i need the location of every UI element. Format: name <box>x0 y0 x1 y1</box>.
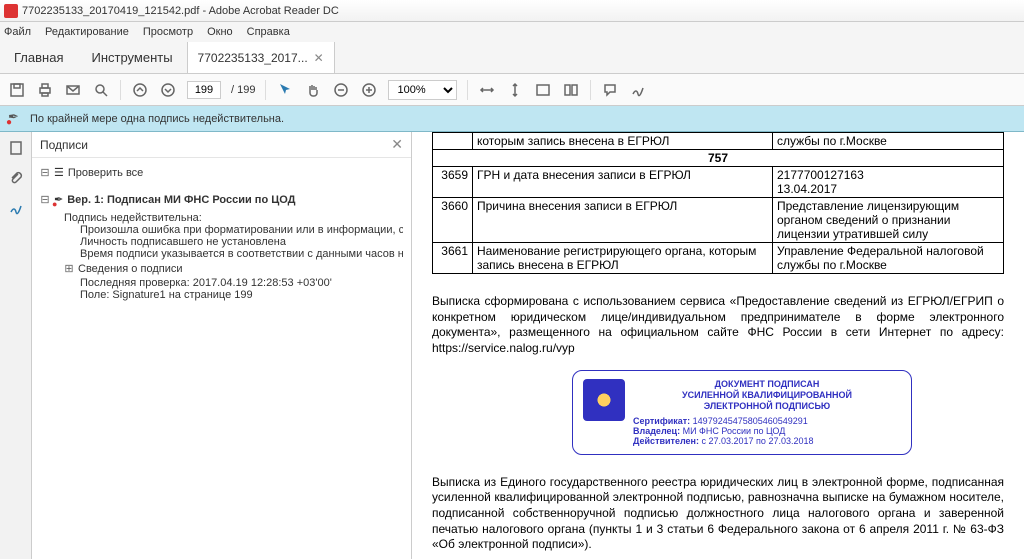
thumbnails-icon[interactable] <box>6 138 26 158</box>
pointer-icon[interactable] <box>276 81 294 99</box>
tab-document-label: 7702235133_2017... <box>198 51 308 65</box>
signatures-icon[interactable] <box>6 198 26 218</box>
stamp-title: ДОКУМЕНТ ПОДПИСАН УСИЛЕННОЙ КВАЛИФИЦИРОВ… <box>633 379 901 411</box>
menu-edit[interactable]: Редактирование <box>45 26 129 38</box>
read-mode-icon[interactable] <box>534 81 552 99</box>
tab-document[interactable]: 7702235133_2017... ✕ <box>187 42 335 73</box>
paragraph-legal: Выписка из Единого государственного реес… <box>432 475 1004 553</box>
menu-help[interactable]: Справка <box>247 26 290 38</box>
banner-text: По крайней мере одна подпись недействите… <box>30 113 284 125</box>
sig-detail-identity: Личность подписавшего не установлена <box>40 236 403 248</box>
document-viewport[interactable]: которым запись внесена в ЕГРЮЛ службы по… <box>412 132 1024 559</box>
zoom-out-icon[interactable] <box>332 81 350 99</box>
page-total: / 199 <box>231 84 255 96</box>
sig-last-check: Последняя проверка: 2017.04.19 12:28:53 … <box>40 277 403 289</box>
registry-table: которым запись внесена в ЕГРЮЛ службы по… <box>432 132 1004 274</box>
signatures-panel-title: Подписи <box>40 138 88 152</box>
separator <box>467 80 468 100</box>
tab-home[interactable]: Главная <box>0 42 77 73</box>
hand-icon[interactable] <box>304 81 322 99</box>
sig-detail-error: Произошла ошибка при форматировании или … <box>40 224 403 236</box>
mail-icon[interactable] <box>64 81 82 99</box>
pdf-page: которым запись внесена в ЕГРЮЛ службы по… <box>412 132 1024 559</box>
table-section-header: 757 <box>433 150 1004 167</box>
search-icon[interactable] <box>92 81 110 99</box>
table-row: которым запись внесена в ЕГРЮЛ службы по… <box>433 133 1004 150</box>
separator <box>590 80 591 100</box>
separator <box>120 80 121 100</box>
page-down-icon[interactable] <box>159 81 177 99</box>
fit-width-icon[interactable] <box>478 81 496 99</box>
menu-view[interactable]: Просмотр <box>143 26 193 38</box>
left-rail <box>0 132 32 559</box>
emblem-icon <box>583 379 625 421</box>
signature-banner: По крайней мере одна подпись недействите… <box>0 106 1024 132</box>
menu-file[interactable]: Файл <box>4 26 31 38</box>
close-icon[interactable]: ✕ <box>314 51 324 65</box>
print-icon[interactable] <box>36 81 54 99</box>
table-row: 3659 ГРН и дата внесения записи в ЕГРЮЛ … <box>433 167 1004 198</box>
sign-icon[interactable] <box>629 81 647 99</box>
sig-details-label: Сведения о подписи <box>78 263 182 275</box>
page-number-input[interactable] <box>187 81 221 99</box>
menu-window[interactable]: Окно <box>207 26 233 38</box>
sig-status: Подпись недействительна: <box>40 208 403 224</box>
title-bar: 7702235133_20170419_121542.pdf - Adobe A… <box>0 0 1024 22</box>
pen-error-icon: ✒● <box>54 193 63 206</box>
toolbar: / 199 100% <box>0 74 1024 106</box>
attachments-icon[interactable] <box>6 168 26 188</box>
expand-icon[interactable]: ⊞ <box>64 262 74 275</box>
signature-stamp: ДОКУМЕНТ ПОДПИСАН УСИЛЕННОЙ КВАЛИФИЦИРОВ… <box>572 370 912 454</box>
invalid-signature-icon <box>8 111 24 127</box>
tab-bar: Главная Инструменты 7702235133_2017... ✕ <box>0 42 1024 74</box>
tab-tools[interactable]: Инструменты <box>77 42 186 73</box>
save-icon[interactable] <box>8 81 26 99</box>
signature-rev-row[interactable]: ⊟ ✒● Вер. 1: Подписан МИ ФНС России по Ц… <box>40 191 403 208</box>
window-title: 7702235133_20170419_121542.pdf - Adobe A… <box>22 5 339 17</box>
signature-rev-label: Вер. 1: Подписан МИ ФНС России по ЦОД <box>67 194 295 206</box>
fit-page-icon[interactable] <box>506 81 524 99</box>
zoom-in-icon[interactable] <box>360 81 378 99</box>
comment-icon[interactable] <box>601 81 619 99</box>
check-all-icon: ☰ <box>54 166 64 179</box>
check-all-label: Проверить все <box>68 167 143 179</box>
sig-detail-time: Время подписи указывается в соответствии… <box>40 248 403 260</box>
sig-details-row[interactable]: ⊞ Сведения о подписи <box>40 260 403 277</box>
app-icon <box>4 4 18 18</box>
table-row: 3660 Причина внесения записи в ЕГРЮЛ Пре… <box>433 198 1004 243</box>
sig-field: Поле: Signature1 на странице 199 <box>40 289 403 301</box>
zoom-select[interactable]: 100% <box>388 80 457 100</box>
paragraph-service: Выписка сформирована с использованием се… <box>432 294 1004 356</box>
separator <box>265 80 266 100</box>
collapse-icon[interactable]: ⊟ <box>40 193 50 206</box>
table-row: 3661 Наименование регистрирующего органа… <box>433 243 1004 274</box>
page-up-icon[interactable] <box>131 81 149 99</box>
close-panel-icon[interactable]: ✕ <box>391 136 403 153</box>
signatures-panel: Подписи ✕ ⊟ ☰ Проверить все ⊟ ✒● Вер. 1:… <box>32 132 412 559</box>
view-mode-icon[interactable] <box>562 81 580 99</box>
menu-bar: Файл Редактирование Просмотр Окно Справк… <box>0 22 1024 42</box>
check-all-row[interactable]: ⊟ ☰ Проверить все <box>40 164 403 181</box>
collapse-icon[interactable]: ⊟ <box>40 166 50 179</box>
